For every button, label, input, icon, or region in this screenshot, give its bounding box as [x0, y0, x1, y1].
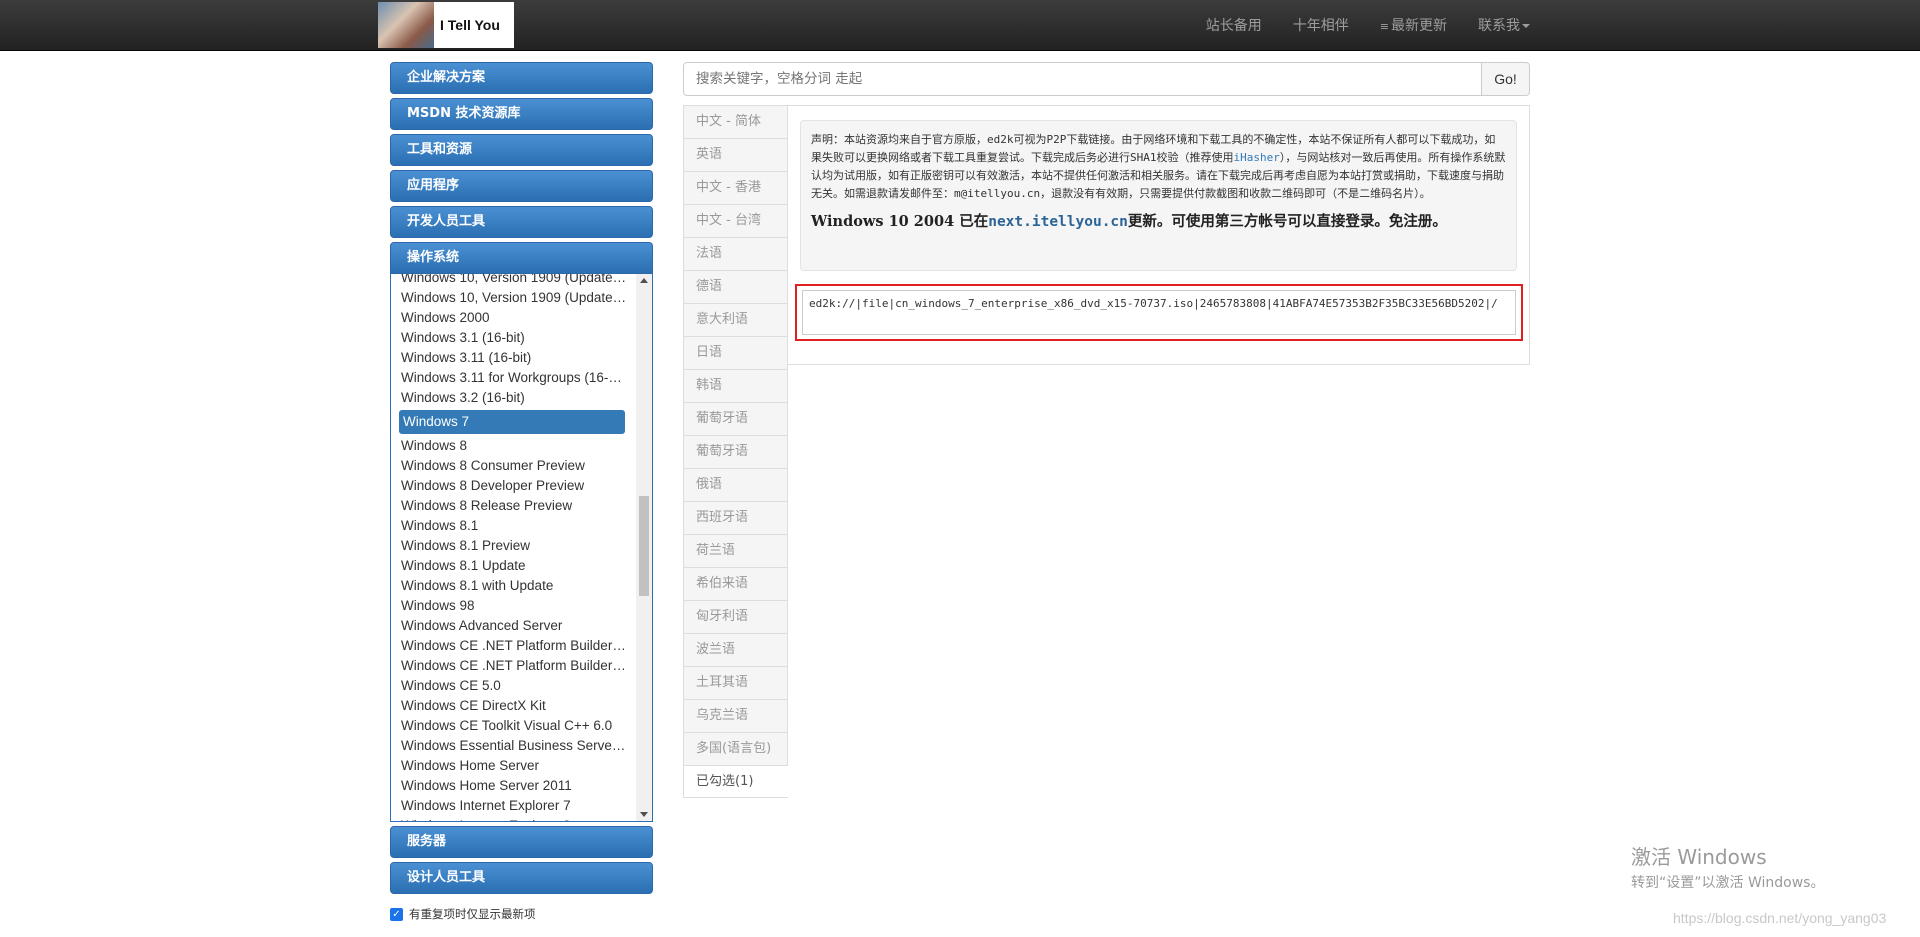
headline-post: 更新。可使用第三方帐号可以直接登录。免注册。: [1127, 213, 1447, 230]
category-designer-tools[interactable]: 设计人员工具: [390, 862, 653, 894]
os-list-item[interactable]: Windows 8.1: [391, 516, 627, 536]
os-list-item[interactable]: Windows 3.2 (16-bit): [391, 388, 627, 408]
category-tools[interactable]: 工具和资源: [390, 134, 653, 166]
scroll-down-icon[interactable]: [640, 812, 648, 817]
nav-link-contact[interactable]: 联系我: [1478, 15, 1530, 35]
scroll-up-icon[interactable]: [640, 278, 648, 283]
os-list-item[interactable]: Windows 8.1 Update: [391, 556, 627, 576]
os-list-item[interactable]: Windows 8.1 with Update: [391, 576, 627, 596]
logo-photo-icon: [378, 2, 434, 48]
language-tab[interactable]: 德语: [683, 270, 788, 303]
language-tab[interactable]: 已勾选(1): [683, 765, 788, 798]
os-list-item[interactable]: Windows Internet Explorer 7: [391, 796, 627, 816]
language-tab[interactable]: 中文 - 台湾: [683, 204, 788, 237]
os-list-item[interactable]: Windows 7: [399, 410, 625, 434]
language-tab[interactable]: 希伯来语: [683, 567, 788, 600]
language-tab[interactable]: 土耳其语: [683, 666, 788, 699]
language-tab[interactable]: 匈牙利语: [683, 600, 788, 633]
language-tab[interactable]: 中文 - 简体: [683, 105, 788, 138]
language-tab[interactable]: 法语: [683, 237, 788, 270]
next-site-link[interactable]: next.itellyou.cn: [988, 214, 1128, 230]
logo-text: I Tell You: [440, 17, 500, 33]
ihasher-link[interactable]: iHasher: [1234, 151, 1280, 164]
search-go-button[interactable]: Go!: [1482, 62, 1530, 96]
os-list-item[interactable]: Windows 2000: [391, 308, 627, 328]
nav-links: 站长备用 十年相伴 ≡ 最新更新 联系我: [1175, 0, 1530, 50]
os-list-item[interactable]: Windows 3.11 for Workgroups (16-bit): [391, 368, 627, 388]
os-list-item[interactable]: Windows 8 Release Preview: [391, 496, 627, 516]
os-list-item[interactable]: Windows CE 5.0: [391, 676, 627, 696]
listbox-scrollbar[interactable]: [636, 274, 652, 821]
os-list-item[interactable]: Windows CE Toolkit Visual C++ 6.0: [391, 716, 627, 736]
category-applications[interactable]: 应用程序: [390, 170, 653, 202]
latest-only-option: ✓ 有重复项时仅显示最新项: [390, 906, 653, 922]
os-list-item[interactable]: Windows 10, Version 1909 (Updated Jan 20…: [391, 274, 627, 288]
navbar: I Tell You 站长备用 十年相伴 ≡ 最新更新 联系我: [0, 0, 1920, 51]
latest-only-checkbox[interactable]: ✓: [390, 907, 403, 921]
update-headline: Windows 10 2004 已在next.itellyou.cn更新。可使用…: [811, 213, 1506, 231]
os-list-item[interactable]: Windows CE .NET Platform Builder 4.1: [391, 636, 627, 656]
os-list-item[interactable]: Windows 8.1 Preview: [391, 536, 627, 556]
os-list-item[interactable]: Windows 10, Version 1909 (Updated Mar 20…: [391, 288, 627, 308]
category-msdn[interactable]: MSDN 技术资源库: [390, 98, 653, 130]
sidebar: 企业解决方案 MSDN 技术资源库 工具和资源 应用程序 开发人员工具 操作系统…: [390, 62, 653, 922]
nav-link-contact-label: 联系我: [1478, 18, 1520, 34]
os-list-item[interactable]: Windows Home Server: [391, 756, 627, 776]
headline-pre: Windows 10 2004 已在: [811, 213, 989, 230]
language-tab[interactable]: 俄语: [683, 468, 788, 501]
os-list-item[interactable]: Windows 3.11 (16-bit): [391, 348, 627, 368]
disclaimer-text: 声明：本站资源均来自于官方原版，ed2k可视为P2P下载链接。由于网络环境和下载…: [811, 131, 1506, 203]
chevron-down-icon: [1522, 24, 1530, 28]
category-developer-tools[interactable]: 开发人员工具: [390, 206, 653, 238]
language-tabs: 中文 - 简体 英语 中文 - 香港 中文 - 台湾 法语 德语 意大利语 日语 韩语 葡萄牙语葡…: [683, 105, 788, 798]
language-tab[interactable]: 中文 - 香港: [683, 171, 788, 204]
nav-link-backup[interactable]: 站长备用: [1206, 15, 1262, 35]
language-tab[interactable]: 韩语: [683, 369, 788, 402]
disclaimer-notice: 声明：本站资源均来自于官方原版，ed2k可视为P2P下载链接。由于网络环境和下载…: [800, 120, 1517, 271]
os-list-item[interactable]: Windows Internet Explorer 8: [391, 816, 627, 821]
language-tab[interactable]: 波兰语: [683, 633, 788, 666]
os-list-item[interactable]: Windows Advanced Server: [391, 616, 627, 636]
os-list: Windows 10, Version 1909 (Updated Jan 20…: [391, 274, 636, 821]
language-tab[interactable]: 乌克兰语: [683, 699, 788, 732]
windows-activation-watermark: 激活 Windows 转到“设置”以激活 Windows。: [1631, 841, 1824, 892]
language-tab[interactable]: 日语: [683, 336, 788, 369]
os-list-item[interactable]: Windows 8 Developer Preview: [391, 476, 627, 496]
ed2k-link-textarea[interactable]: ed2k://|file|cn_windows_7_enterprise_x86…: [802, 290, 1516, 335]
os-list-item[interactable]: Windows 98: [391, 596, 627, 616]
search-input[interactable]: [683, 62, 1482, 96]
os-list-item[interactable]: Windows Essential Business Server 2008: [391, 736, 627, 756]
os-list-item[interactable]: Windows 8: [391, 436, 627, 456]
language-tab[interactable]: 西班牙语: [683, 501, 788, 534]
os-list-item[interactable]: Windows CE DirectX Kit: [391, 696, 627, 716]
os-list-item[interactable]: Windows CE .NET Platform Builder 4.2: [391, 656, 627, 676]
language-tab[interactable]: 多国(语言包): [683, 732, 788, 765]
search-bar: Go!: [683, 62, 1530, 96]
ed2k-highlight: ed2k://|file|cn_windows_7_enterprise_x86…: [795, 284, 1523, 341]
language-tab[interactable]: 葡萄牙语: [683, 435, 788, 468]
nav-link-latest-label: 最新更新: [1391, 18, 1447, 34]
os-listbox[interactable]: Windows 10, Version 1909 (Updated Jan 20…: [390, 274, 653, 822]
language-tab[interactable]: 意大利语: [683, 303, 788, 336]
language-tab[interactable]: 英语: [683, 138, 788, 171]
latest-only-label[interactable]: 有重复项时仅显示最新项: [409, 906, 536, 922]
category-servers[interactable]: 服务器: [390, 826, 653, 858]
language-tab[interactable]: 荷兰语: [683, 534, 788, 567]
nav-link-latest[interactable]: ≡ 最新更新: [1380, 15, 1447, 35]
scrollbar-thumb[interactable]: [639, 496, 649, 596]
activation-subtitle: 转到“设置”以激活 Windows。: [1631, 875, 1825, 891]
activation-title: 激活 Windows: [1631, 845, 1767, 869]
source-watermark: https://blog.csdn.net/yong_yang03: [1673, 910, 1887, 926]
os-list-item[interactable]: Windows 8 Consumer Preview: [391, 456, 627, 476]
nav-link-ten-years[interactable]: 十年相伴: [1293, 15, 1349, 35]
category-os[interactable]: 操作系统: [390, 242, 653, 274]
os-list-item[interactable]: Windows 3.1 (16-bit): [391, 328, 627, 348]
os-list-item[interactable]: Windows Home Server 2011: [391, 776, 627, 796]
language-tab[interactable]: 葡萄牙语: [683, 402, 788, 435]
site-logo[interactable]: I Tell You: [378, 2, 514, 48]
category-enterprise[interactable]: 企业解决方案: [390, 62, 653, 94]
rss-icon: ≡: [1379, 20, 1389, 33]
